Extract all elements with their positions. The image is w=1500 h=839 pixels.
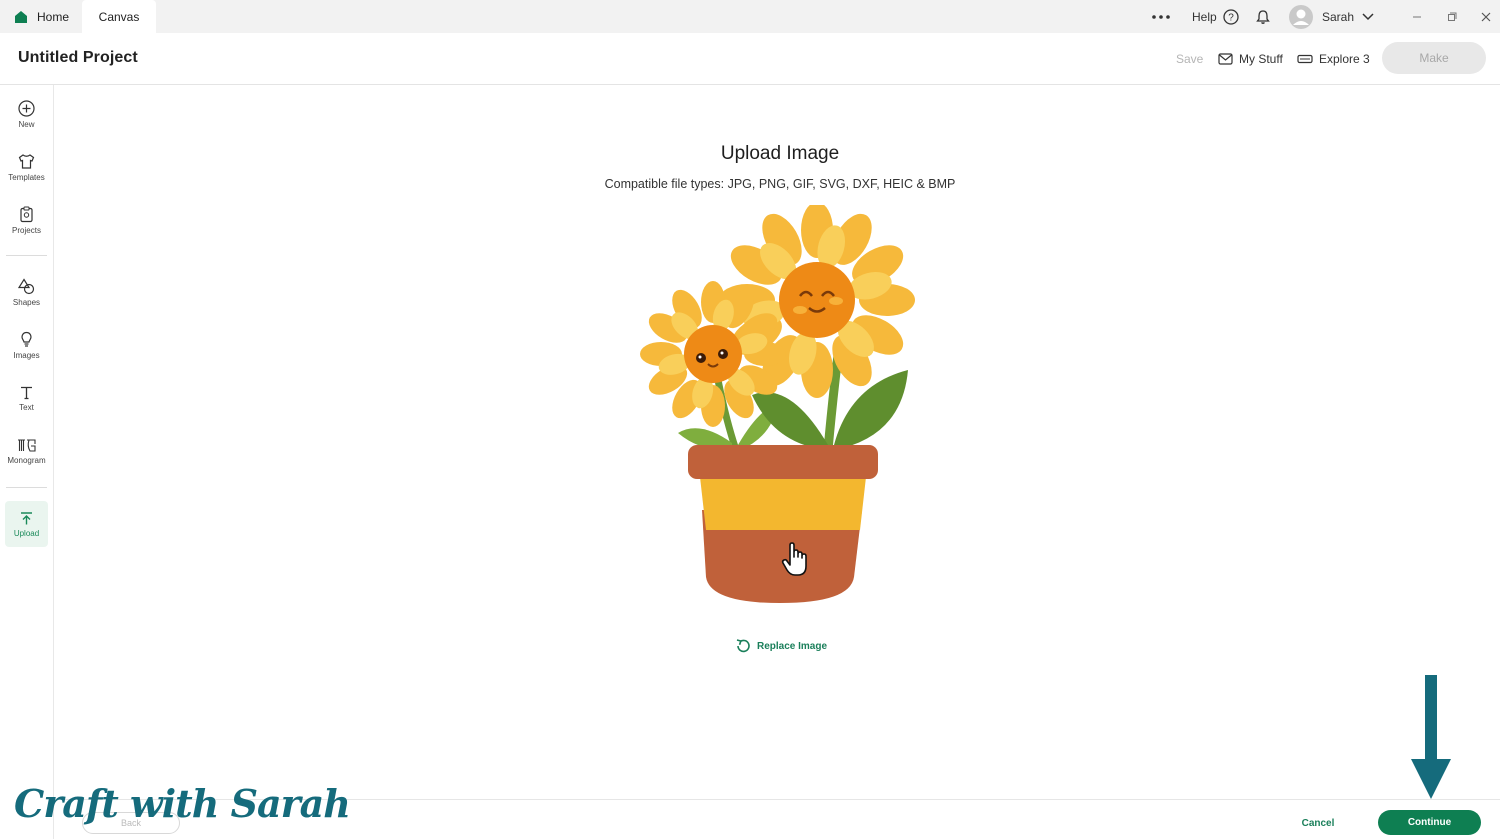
lightbulb-icon: [21, 331, 32, 347]
sidebar-item-label: Images: [13, 350, 40, 360]
upload-icon: [21, 511, 32, 524]
monogram-icon: [18, 438, 36, 452]
my-stuff-button[interactable]: My Stuff: [1218, 33, 1283, 85]
user-menu[interactable]: Sarah: [1288, 0, 1374, 33]
sidebar-item-upload[interactable]: Upload: [5, 501, 48, 547]
svg-text:?: ?: [1228, 12, 1234, 23]
title-bar: Home Canvas Help ? Sarah: [0, 0, 1500, 33]
user-name: Sarah: [1322, 9, 1355, 24]
compatible-file-types: Compatible file types: JPG, PNG, GIF, SV…: [604, 177, 956, 191]
hand-cursor-icon: [781, 542, 807, 576]
text-icon: [21, 386, 32, 399]
more-dots-icon: [1152, 14, 1170, 19]
sidebar-item-label: Monogram: [7, 455, 46, 465]
minimize-button[interactable]: [1412, 0, 1422, 33]
avatar-icon: [1289, 4, 1313, 29]
sidebar-item-label: New: [18, 119, 35, 129]
tab-home-label: Home: [37, 9, 70, 24]
shapes-icon: [18, 277, 35, 294]
clipboard-icon: [20, 206, 33, 222]
replace-image-button[interactable]: Replace Image: [735, 637, 827, 655]
replace-image-label: Replace Image: [757, 640, 828, 652]
sidebar-divider: [6, 487, 47, 488]
project-header: Untitled Project Save My Stuff Explore 3…: [0, 33, 1500, 85]
chevron-down-icon: [1362, 12, 1374, 20]
tab-canvas[interactable]: Canvas: [82, 0, 156, 33]
minimize-icon: [1413, 16, 1421, 17]
home-icon: [15, 10, 27, 23]
sidebar-item-images[interactable]: Images: [5, 322, 48, 368]
machine-icon: [1297, 54, 1313, 64]
machine-selector[interactable]: Explore 3: [1297, 33, 1370, 85]
help-button[interactable]: Help ?: [1192, 0, 1239, 33]
sidebar-item-label: Projects: [12, 225, 41, 235]
sidebar-item-label: Text: [19, 402, 34, 412]
sidebar-item-text[interactable]: Text: [5, 375, 48, 421]
continue-button[interactable]: Continue: [1378, 810, 1481, 835]
sidebar-item-shapes[interactable]: Shapes: [5, 269, 48, 315]
sidebar-item-new[interactable]: New: [5, 91, 48, 137]
upload-title: Upload Image: [720, 143, 840, 164]
annotation-arrow-down-icon: [1411, 675, 1451, 799]
save-button[interactable]: Save: [1176, 33, 1203, 85]
envelope-icon: [1218, 53, 1233, 65]
plus-circle-icon: [18, 99, 35, 117]
restore-button[interactable]: [1447, 0, 1457, 33]
sidebar-item-monogram[interactable]: Monogram: [5, 428, 48, 474]
tab-home[interactable]: Home: [8, 0, 80, 33]
close-icon: [1481, 12, 1491, 21]
refresh-icon: [736, 639, 750, 653]
project-title[interactable]: Untitled Project: [18, 49, 138, 67]
uploaded-image-preview: [640, 205, 915, 603]
restore-icon: [1448, 12, 1457, 21]
sidebar-item-label: Shapes: [12, 297, 41, 307]
sidebar-item-label: Upload: [13, 528, 40, 538]
notifications-button[interactable]: [1255, 0, 1271, 33]
save-label: Save: [1176, 52, 1204, 66]
help-label: Help: [1192, 9, 1217, 24]
sidebar-divider: [6, 255, 47, 256]
machine-label: Explore 3: [1319, 52, 1370, 66]
my-stuff-label: My Stuff: [1239, 52, 1283, 66]
sidebar-item-projects[interactable]: Projects: [5, 197, 48, 243]
close-button[interactable]: [1481, 0, 1491, 33]
watermark-logo: Craft with Sarah: [14, 781, 351, 826]
tab-canvas-label: Canvas: [98, 9, 140, 24]
more-options-button[interactable]: [1151, 0, 1171, 33]
make-button[interactable]: Make: [1382, 42, 1486, 74]
help-circle-icon: ?: [1223, 8, 1239, 25]
cancel-button[interactable]: Cancel: [1292, 813, 1344, 833]
left-sidebar: New Templates Projects Shapes Images Tex…: [0, 85, 54, 839]
bell-icon: [1256, 9, 1270, 24]
